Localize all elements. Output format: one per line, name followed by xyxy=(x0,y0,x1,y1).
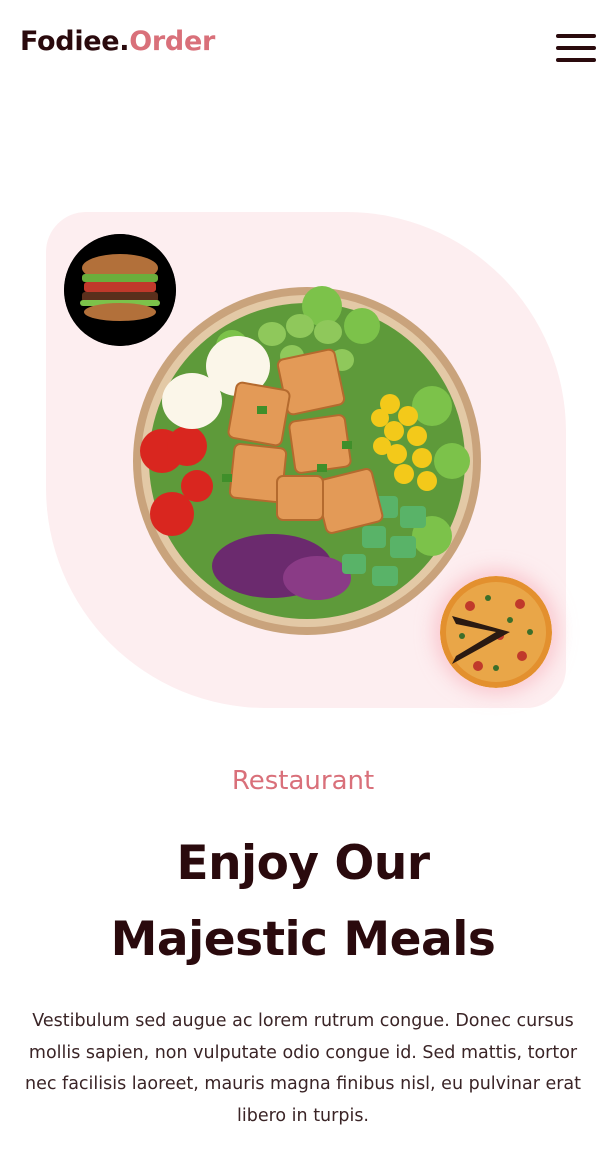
logo-main-text: Fodiee. xyxy=(20,26,130,57)
pizza-graphic xyxy=(440,576,552,688)
pizza-image[interactable] xyxy=(440,576,552,688)
burger-image[interactable] xyxy=(64,234,176,346)
menu-bar-bottom xyxy=(556,58,596,62)
menu-bar-top xyxy=(556,34,596,38)
hamburger-menu-icon[interactable] xyxy=(556,34,596,64)
site-header: Fodiee.Order xyxy=(0,0,606,92)
headline-line-1: Enjoy Our xyxy=(176,836,430,891)
page: Fodiee.Order Restaurant Enjoy Our Majest… xyxy=(0,0,606,1156)
section-eyebrow: Restaurant xyxy=(231,766,375,796)
burger-graphic xyxy=(64,234,176,346)
hero-headline: Enjoy Our Majestic Meals xyxy=(0,826,606,978)
headline-line-2: Majestic Meals xyxy=(110,912,496,967)
salad-bowl-image xyxy=(133,286,481,635)
logo[interactable]: Fodiee.Order xyxy=(20,26,215,57)
hero-description: Vestibulum sed augue ac lorem rutrum con… xyxy=(24,1011,581,1126)
menu-bar-middle xyxy=(556,46,596,50)
logo-accent-text: Order xyxy=(129,26,215,57)
